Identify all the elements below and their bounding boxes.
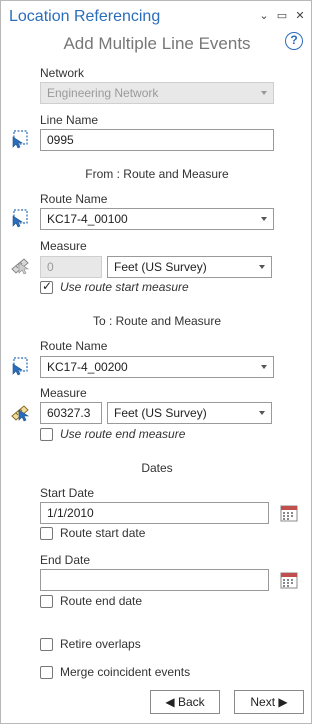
use-route-start-measure-label: Use route start measure <box>60 280 189 294</box>
to-route-label: Route Name <box>40 339 108 353</box>
to-route-dropdown[interactable]: KC17-4_00200 <box>40 356 274 378</box>
route-start-date-label: Route start date <box>60 526 146 540</box>
next-button[interactable]: Next ▶ <box>234 690 304 714</box>
start-date-label: Start Date <box>40 486 95 500</box>
from-measure-label: Measure <box>40 239 87 253</box>
page-title: Add Multiple Line Events <box>63 34 251 53</box>
network-value: Engineering Network <box>47 86 159 100</box>
to-route-value: KC17-4_00200 <box>47 360 128 374</box>
pane-title: Location Referencing <box>9 8 161 25</box>
chevron-down-icon <box>259 411 265 415</box>
dates-section-title: Dates <box>141 461 173 475</box>
location-referencing-pane: Location Referencing ⌄ ▭ ✕ Add Multiple … <box>0 0 312 724</box>
to-units-value: Feet (US Survey) <box>114 406 207 420</box>
use-route-end-measure-label: Use route end measure <box>60 427 186 441</box>
from-units-value: Feet (US Survey) <box>114 260 207 274</box>
to-measure-input[interactable]: 60327.3 <box>40 402 102 424</box>
calendar-icon[interactable] <box>280 504 298 522</box>
from-route-value: KC17-4_00100 <box>47 212 128 226</box>
merge-coincident-events-checkbox[interactable] <box>40 666 53 679</box>
select-measure-tool-icon[interactable] <box>10 255 30 275</box>
network-dropdown[interactable]: Engineering Network <box>40 82 274 104</box>
to-section-title: To : Route and Measure <box>92 314 222 328</box>
chevron-down-icon <box>261 365 267 369</box>
select-line-tool-icon[interactable] <box>10 129 30 149</box>
chevron-down-icon <box>261 91 267 95</box>
route-start-date-checkbox[interactable] <box>40 527 53 540</box>
back-button[interactable]: ◀ Back <box>150 690 220 714</box>
from-route-label: Route Name <box>40 192 108 206</box>
end-date-input[interactable] <box>40 569 269 591</box>
to-measure-label: Measure <box>40 386 87 400</box>
chevron-down-icon <box>259 265 265 269</box>
use-route-start-measure-checkbox[interactable] <box>40 279 53 294</box>
line-name-input[interactable]: 0995 <box>40 129 274 151</box>
start-date-input[interactable]: 1/1/2010 <box>40 502 269 524</box>
line-name-label: Line Name <box>40 113 99 127</box>
select-route-tool-icon[interactable] <box>10 356 30 376</box>
use-route-end-measure-checkbox[interactable] <box>40 428 53 441</box>
chevron-down-icon[interactable]: ⌄ <box>257 9 271 23</box>
from-section-title: From : Route and Measure <box>85 167 229 181</box>
from-route-dropdown[interactable]: KC17-4_00100 <box>40 208 274 230</box>
help-icon[interactable]: ? <box>285 32 303 50</box>
network-label: Network <box>40 66 85 80</box>
from-measure-input[interactable]: 0 <box>40 256 102 278</box>
merge-coincident-events-label: Merge coincident events <box>60 665 191 679</box>
maximize-icon[interactable]: ▭ <box>275 9 289 23</box>
to-units-dropdown[interactable]: Feet (US Survey) <box>107 402 272 424</box>
from-units-dropdown[interactable]: Feet (US Survey) <box>107 256 272 278</box>
retire-overlaps-checkbox[interactable] <box>40 638 53 651</box>
end-date-label: End Date <box>40 553 91 567</box>
select-route-tool-icon[interactable] <box>10 208 30 228</box>
route-end-date-checkbox[interactable] <box>40 595 53 608</box>
close-icon[interactable]: ✕ <box>293 9 307 23</box>
calendar-icon[interactable] <box>280 571 298 589</box>
retire-overlaps-label: Retire overlaps <box>60 637 141 651</box>
chevron-down-icon <box>261 217 267 221</box>
route-end-date-label: Route end date <box>60 594 143 608</box>
select-measure-tool-icon[interactable] <box>10 402 30 422</box>
